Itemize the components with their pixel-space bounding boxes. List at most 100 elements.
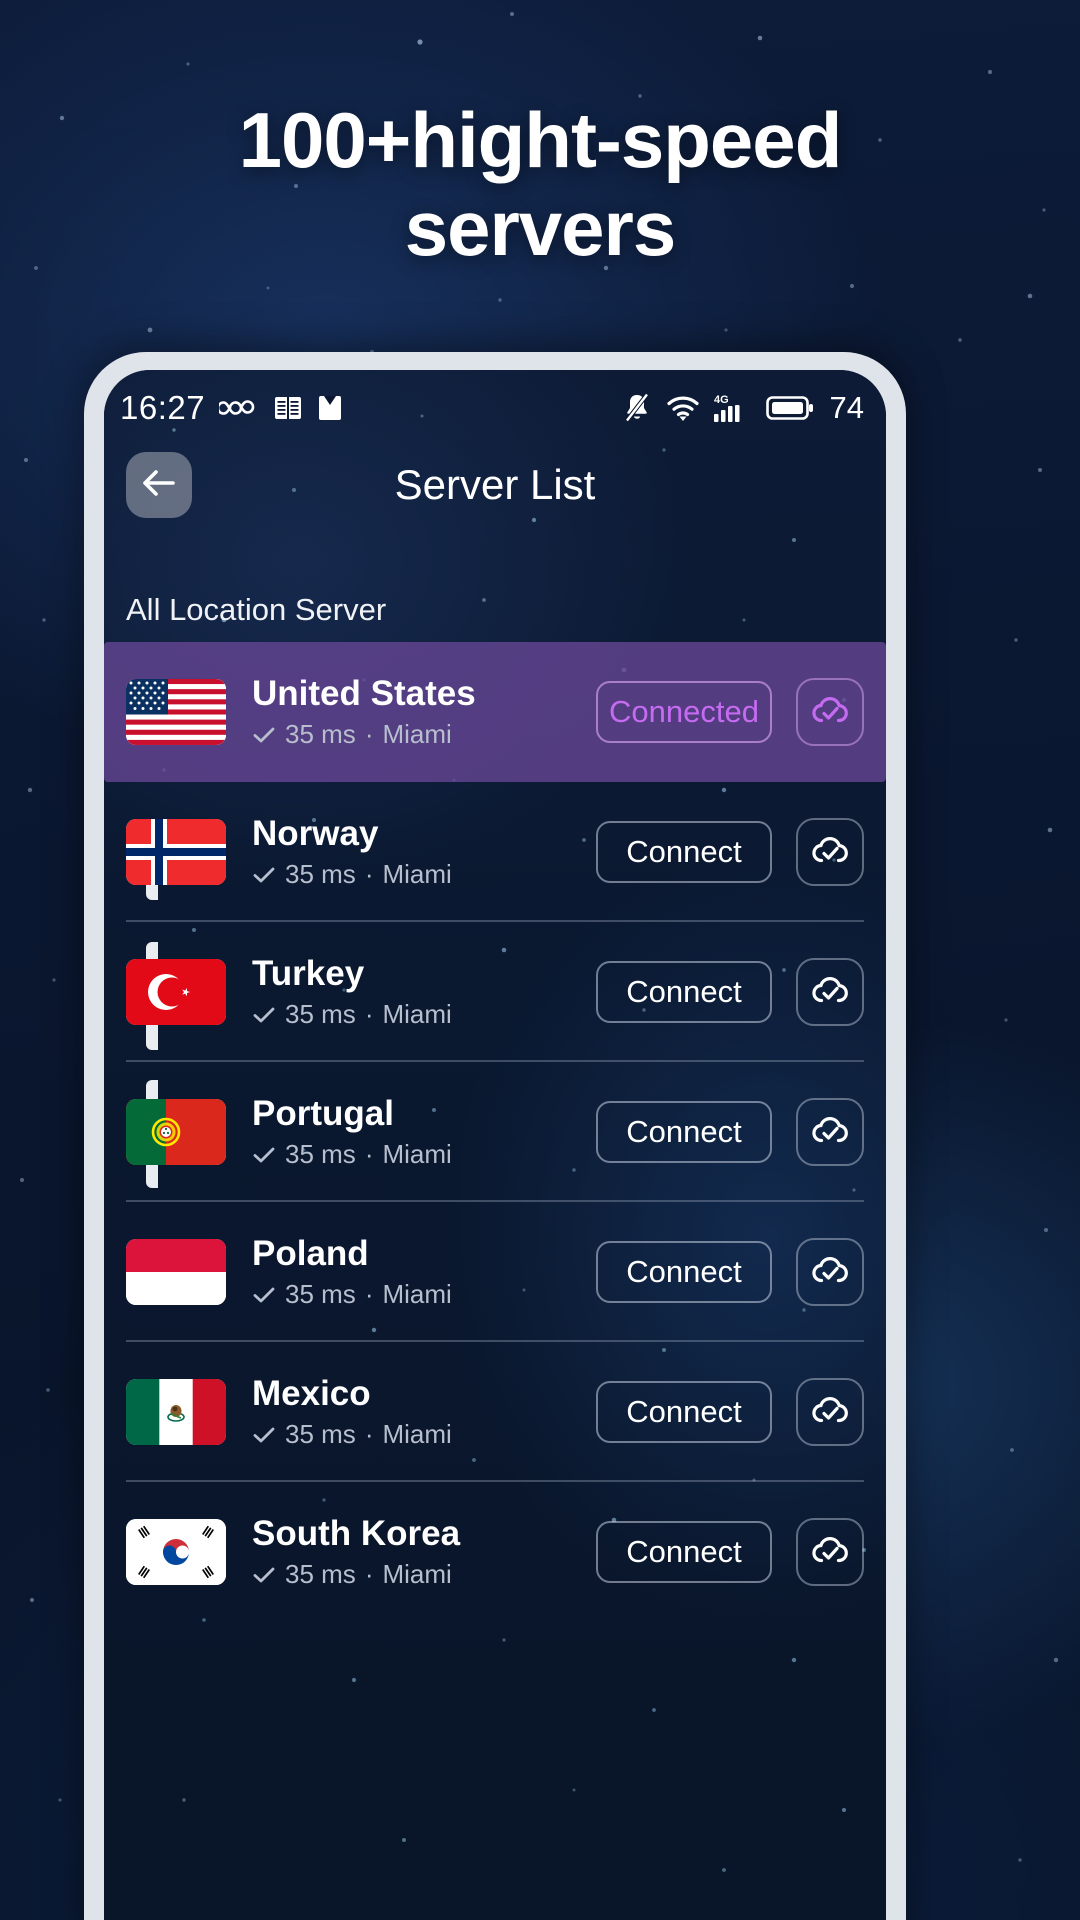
status-bar-right: 4G 74	[622, 390, 864, 426]
meta-separator: ·	[364, 1559, 374, 1590]
server-info: South Korea 35 ms · Miami	[252, 1514, 596, 1590]
flag-kr-icon	[126, 1519, 226, 1585]
phone-screen: 16:27 4G 74 Server List All Location Ser…	[104, 370, 886, 1920]
cloud-check-button[interactable]	[796, 1098, 864, 1166]
server-info: Turkey 35 ms · Miami	[252, 954, 596, 1030]
connect-button[interactable]: Connect	[596, 1241, 772, 1303]
bell-muted-icon	[622, 392, 652, 424]
connect-button[interactable]: Connect	[596, 1521, 772, 1583]
cloud-check-button[interactable]	[796, 1238, 864, 1306]
server-country: Portugal	[252, 1093, 394, 1133]
server-list[interactable]: United States 35 ms · Miami Connected No…	[104, 642, 886, 1622]
server-city: Miami	[382, 859, 452, 890]
cloud-check-button[interactable]	[796, 1378, 864, 1446]
flag-no-icon	[126, 819, 226, 885]
status-bar-left: 16:27	[120, 389, 343, 427]
server-city: Miami	[382, 1559, 452, 1590]
cloud-check-button[interactable]	[796, 818, 864, 886]
check-icon	[252, 1285, 276, 1305]
server-row[interactable]: South Korea 35 ms · Miami Connect	[104, 1482, 886, 1622]
server-row[interactable]: Mexico 35 ms · Miami Connect	[104, 1342, 886, 1482]
section-label: All Location Server	[126, 592, 387, 627]
flag-pl-icon	[126, 1239, 226, 1305]
app-header: Server List	[104, 442, 886, 538]
cloud-check-icon	[809, 833, 851, 872]
infinity-icon	[219, 395, 259, 421]
flag-mx-icon	[126, 1379, 226, 1445]
back-button[interactable]	[126, 452, 192, 518]
wifi-icon	[666, 393, 700, 423]
server-meta: 35 ms · Miami	[252, 859, 596, 890]
server-ping: 35 ms	[285, 1559, 356, 1590]
meta-separator: ·	[364, 719, 374, 750]
server-info: United States 35 ms · Miami	[252, 674, 596, 750]
server-country: Mexico	[252, 1373, 371, 1413]
status-bar: 16:27 4G 74	[104, 380, 886, 436]
check-icon	[252, 1145, 276, 1165]
cloud-check-icon	[809, 973, 851, 1012]
headline-line-1: 100+hight-speed	[238, 96, 843, 184]
battery-percent: 74	[829, 390, 864, 425]
check-icon	[252, 1425, 276, 1445]
server-ping: 35 ms	[285, 719, 356, 750]
check-icon	[252, 725, 276, 745]
server-ping: 35 ms	[285, 1279, 356, 1310]
server-row[interactable]: Poland 35 ms · Miami Connect	[104, 1202, 886, 1342]
cloud-check-button[interactable]	[796, 678, 864, 746]
server-row[interactable]: Turkey 35 ms · Miami Connect	[104, 922, 886, 1062]
server-country: Turkey	[252, 953, 365, 993]
meta-separator: ·	[364, 1279, 374, 1310]
server-country: Norway	[252, 813, 379, 853]
server-country: South Korea	[252, 1513, 461, 1553]
meta-separator: ·	[364, 1419, 374, 1450]
connect-button[interactable]: Connect	[596, 961, 772, 1023]
server-city: Miami	[382, 1419, 452, 1450]
server-ping: 35 ms	[285, 999, 356, 1030]
battery-icon	[765, 394, 814, 422]
headline-line-2: servers	[404, 184, 677, 273]
cloud-check-icon	[809, 1113, 851, 1152]
server-country: Poland	[252, 1233, 369, 1273]
signal-4g-icon: 4G	[713, 392, 752, 424]
flag-us-icon	[126, 679, 226, 745]
mail-icon	[317, 393, 343, 423]
server-meta: 35 ms · Miami	[252, 999, 596, 1030]
server-info: Norway 35 ms · Miami	[252, 814, 596, 890]
meta-separator: ·	[364, 1139, 374, 1170]
book-icon	[273, 393, 303, 423]
check-icon	[252, 1005, 276, 1025]
meta-separator: ·	[364, 859, 374, 890]
cloud-check-button[interactable]	[796, 958, 864, 1026]
server-city: Miami	[382, 999, 452, 1030]
phone-mockup: 16:27 4G 74 Server List All Location Ser…	[84, 352, 906, 1920]
check-icon	[252, 865, 276, 885]
server-city: Miami	[382, 1279, 452, 1310]
server-city: Miami	[382, 719, 452, 750]
server-meta: 35 ms · Miami	[252, 1559, 596, 1590]
server-row[interactable]: Portugal 35 ms · Miami Connect	[104, 1062, 886, 1202]
cloud-check-icon	[809, 1253, 851, 1292]
server-row[interactable]: Norway 35 ms · Miami Connect	[104, 782, 886, 922]
cloud-check-icon	[809, 1533, 851, 1572]
cloud-check-icon	[809, 693, 851, 732]
server-meta: 35 ms · Miami	[252, 1279, 596, 1310]
flag-tr-icon	[126, 959, 226, 1025]
connect-button[interactable]: Connect	[596, 821, 772, 883]
flag-pt-icon	[126, 1099, 226, 1165]
server-meta: 35 ms · Miami	[252, 1139, 596, 1170]
server-ping: 35 ms	[285, 1139, 356, 1170]
page-title: Server List	[394, 461, 596, 508]
server-country: United States	[252, 673, 476, 713]
server-info: Portugal 35 ms · Miami	[252, 1094, 596, 1170]
check-icon	[252, 1565, 276, 1585]
status-time: 16:27	[120, 389, 206, 426]
server-meta: 35 ms · Miami	[252, 719, 596, 750]
promo-headline: 100+hight-speed servers	[0, 96, 1080, 272]
connect-button[interactable]: Connect	[596, 1381, 772, 1443]
connect-button[interactable]: Connect	[596, 1101, 772, 1163]
cloud-check-button[interactable]	[796, 1518, 864, 1586]
server-info: Mexico 35 ms · Miami	[252, 1374, 596, 1450]
server-row[interactable]: United States 35 ms · Miami Connected	[104, 642, 886, 782]
connect-button[interactable]: Connected	[596, 681, 772, 743]
server-ping: 35 ms	[285, 1419, 356, 1450]
